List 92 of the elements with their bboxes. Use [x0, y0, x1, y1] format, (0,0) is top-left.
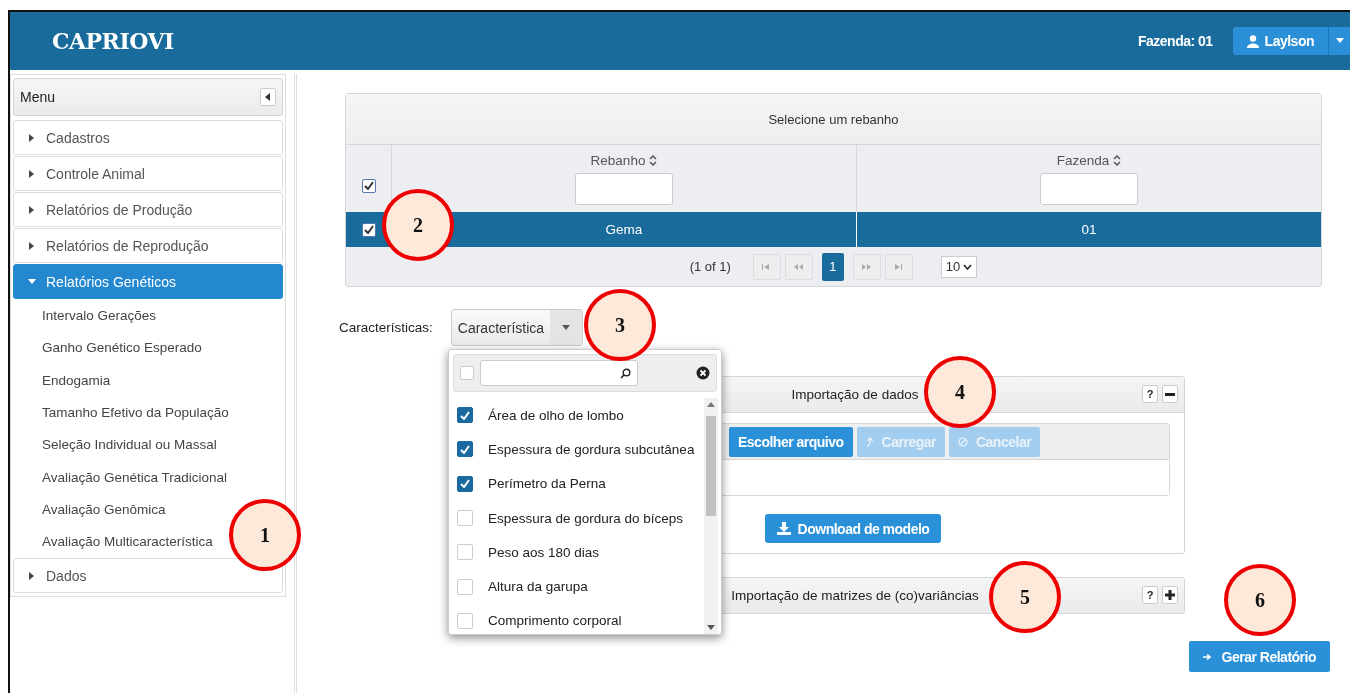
option-label[interactable]: Perímetro da Perna	[488, 476, 606, 492]
caret-icon	[562, 323, 571, 332]
submenu-item[interactable]: Seleção Individual ou Massal	[13, 429, 221, 461]
option-label[interactable]: Área de olho de lombo	[488, 407, 624, 423]
search-field[interactable]	[480, 360, 638, 386]
caret-icon	[264, 93, 272, 101]
check-icon	[460, 444, 470, 454]
select-all-checkbox[interactable]	[361, 178, 376, 193]
option-checkbox[interactable]	[457, 475, 473, 492]
callout-marker: 1	[229, 499, 301, 571]
scroll-down-icon[interactable]	[707, 624, 715, 630]
submenu-item[interactable]: Avaliação Genética Tradicional	[13, 461, 232, 493]
fast-forward-icon	[861, 261, 873, 272]
select-all-checkbox[interactable]	[460, 366, 474, 380]
sidebar-item[interactable]: Controle Animal	[13, 156, 283, 191]
option-checkbox[interactable]	[457, 407, 473, 424]
option-label[interactable]: Altura da garupa	[488, 579, 588, 595]
help-button[interactable]: ?	[1142, 586, 1158, 604]
column-header[interactable]: Rebanho	[590, 153, 658, 168]
column-filter-field[interactable]	[1040, 173, 1138, 205]
user-button[interactable]: Laylson	[1232, 27, 1328, 55]
callout-marker: 6	[1224, 564, 1296, 636]
user-icon	[1246, 34, 1259, 48]
characteristics-label: Características:	[339, 320, 433, 335]
submenu-item[interactable]: Tamanho Efetivo da População	[13, 396, 233, 429]
sort-icon	[649, 155, 658, 166]
callout-marker: 3	[584, 289, 656, 361]
rewind-icon	[793, 261, 805, 272]
search-icon	[620, 367, 631, 379]
callout-marker: 4	[924, 356, 996, 428]
arrow-icon	[1202, 652, 1212, 661]
sidebar-item[interactable]: Dados	[13, 558, 283, 594]
help-button[interactable]: ?	[1142, 385, 1158, 403]
check-icon	[363, 225, 374, 234]
expand-button[interactable]	[1162, 586, 1178, 604]
menu-title: Menu	[20, 89, 56, 105]
option-label[interactable]: Espessura de gordura subcutânea	[488, 441, 695, 457]
chevron-icon	[963, 263, 973, 270]
option-checkbox[interactable]	[457, 441, 473, 458]
check-icon	[460, 410, 470, 420]
option-label[interactable]: Comprimento corporal	[488, 613, 622, 629]
caret-icon	[1335, 37, 1344, 45]
panel-title: Importação de matrizes de (co)variâncias	[731, 588, 979, 603]
submenu-item[interactable]: Avaliação Multicaracterística	[13, 526, 217, 558]
option-label[interactable]: Espessura de gordura do bíceps	[488, 510, 684, 526]
characteristics-dropdown[interactable]: Característica	[450, 309, 584, 346]
page-button[interactable]: 1	[821, 252, 844, 281]
plus-icon	[1165, 590, 1175, 600]
submenu-item[interactable]: Ganho Genético Esperado	[13, 332, 206, 364]
option-label[interactable]: Peso aos 180 dias	[488, 544, 600, 560]
caret-icon	[28, 241, 36, 250]
sidebar-item[interactable]: Relatórios de Reprodução	[13, 228, 283, 263]
farm-label: Fazenda: 01	[1137, 33, 1213, 49]
sidebar-item[interactable]: Relatórios de Produção	[13, 192, 283, 227]
column-header[interactable]: Fazenda	[1056, 153, 1122, 168]
app-logo: CAPRIOVI	[52, 28, 174, 54]
last-page-button[interactable]	[884, 253, 913, 280]
caret-icon	[28, 571, 36, 580]
close-icon[interactable]	[696, 366, 710, 380]
download-icon	[776, 522, 791, 535]
minus-icon	[1165, 392, 1175, 396]
submenu-item[interactable]: Avaliação Genômica	[13, 493, 170, 526]
caret-icon	[28, 277, 36, 286]
row-checkbox[interactable]	[361, 222, 376, 237]
sidebar-item[interactable]: Relatórios Genéticos	[13, 264, 283, 299]
panel-title: Importação de dados	[791, 387, 919, 402]
last-page-icon	[893, 261, 905, 272]
check-icon	[363, 181, 374, 190]
table-cell-text: 01	[1080, 221, 1098, 239]
submenu-item[interactable]: Intervalo Gerações	[13, 300, 161, 332]
scrollbar[interactable]	[704, 398, 718, 634]
check-icon	[460, 479, 470, 489]
collapse-button[interactable]	[1162, 385, 1178, 403]
next-page-button[interactable]	[852, 253, 881, 280]
submenu-item[interactable]: Endogamia	[13, 364, 115, 396]
scroll-up-icon[interactable]	[707, 402, 715, 408]
sidebar-item[interactable]: Cadastros	[13, 120, 283, 155]
page-status: (1 of 1)	[689, 259, 731, 274]
caret-icon	[28, 169, 36, 178]
previous-page-button[interactable]	[784, 253, 813, 280]
upload-icon	[865, 436, 874, 447]
user-menu-toggle[interactable]	[1328, 27, 1350, 55]
table-title: Selecione um rebanho	[346, 94, 1321, 145]
rows-per-page-select[interactable]: 10	[940, 255, 978, 278]
caret-icon	[28, 133, 36, 142]
caret-icon	[28, 205, 36, 214]
collapse-button[interactable]	[260, 88, 276, 106]
sort-icon	[1113, 155, 1122, 166]
callout-marker: 5	[989, 561, 1061, 633]
first-page-button[interactable]	[752, 253, 781, 280]
column-filter-field[interactable]	[575, 173, 673, 205]
cancel-icon	[957, 436, 968, 447]
